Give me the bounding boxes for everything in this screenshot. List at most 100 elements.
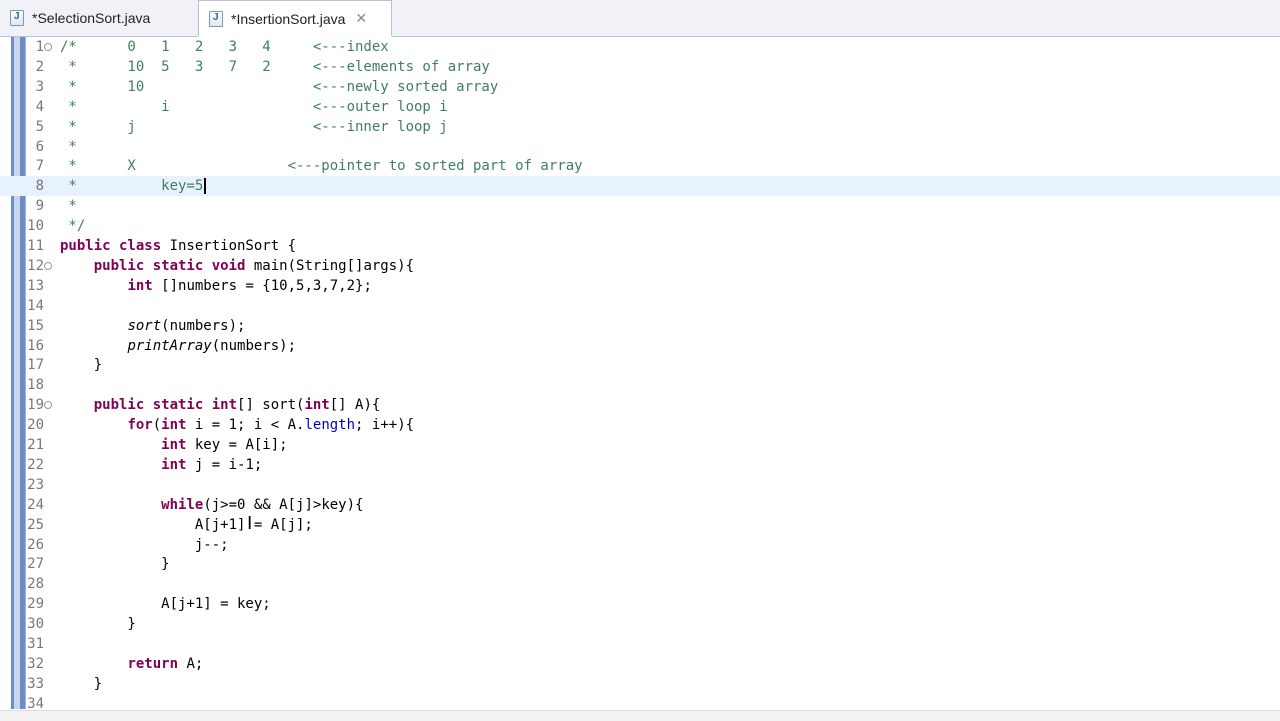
code-line[interactable]: 9 * bbox=[0, 196, 1280, 216]
tab-selection-sort[interactable]: *SelectionSort.java bbox=[0, 0, 198, 36]
code-line[interactable]: 1 /* 0 1 2 3 4 <---index bbox=[0, 37, 1280, 57]
horizontal-scrollbar[interactable] bbox=[0, 710, 1280, 721]
line-number: 7 bbox=[35, 158, 44, 175]
code-token: * j <---inner loop j bbox=[60, 118, 448, 135]
code-line[interactable]: 8 * key=5 bbox=[0, 176, 1280, 197]
code-token: int bbox=[127, 277, 162, 294]
close-icon[interactable]: ✕ bbox=[355, 11, 367, 27]
code-token: int bbox=[161, 417, 195, 434]
text-cursor-icon: I bbox=[247, 513, 253, 534]
code-line[interactable]: 28 bbox=[0, 574, 1280, 594]
fold-collapse-icon[interactable] bbox=[44, 261, 52, 270]
line-number: 21 bbox=[27, 437, 44, 453]
code-line[interactable]: 21 int key = A[i]; bbox=[0, 435, 1280, 455]
code-token: i = 1; i < A. bbox=[194, 417, 305, 434]
code-line[interactable]: 30 } bbox=[0, 614, 1280, 634]
line-number: 33 bbox=[27, 675, 44, 692]
code-token: int bbox=[161, 456, 195, 473]
code-text: A[j+1] = key; bbox=[60, 594, 271, 614]
code-text: * j <---inner loop j bbox=[60, 117, 448, 137]
code-token: public class bbox=[60, 238, 170, 254]
editor-tab-bar: *SelectionSort.java *InsertionSort.java … bbox=[0, 0, 1280, 37]
code-line[interactable]: 15 sort(numbers); bbox=[0, 316, 1280, 336]
code-token: (numbers); bbox=[211, 337, 297, 354]
code-line[interactable]: 16 printArray(numbers); bbox=[0, 336, 1280, 356]
code-line[interactable]: 33 } bbox=[0, 674, 1280, 694]
code-line[interactable]: 5 * j <---inner loop j bbox=[0, 117, 1280, 137]
code-line[interactable]: 24 while(j>=0 && A[j]>key){ bbox=[0, 495, 1280, 515]
code-token: []numbers = {10,5,3,7,2}; bbox=[161, 277, 372, 294]
line-number: 24 bbox=[27, 496, 44, 513]
code-line[interactable]: 32 return A; bbox=[0, 654, 1280, 674]
code-line[interactable]: 4 * i <---outer loop i bbox=[0, 97, 1280, 117]
line-number: 9 bbox=[35, 198, 44, 215]
code-text: * 10 <---newly sorted array bbox=[60, 77, 498, 97]
code-token: sort bbox=[127, 317, 162, 334]
code-text: while(j>=0 && A[j]>key){ bbox=[60, 495, 363, 515]
code-token: * X <---pointer to sorted part of array bbox=[60, 158, 583, 175]
code-text: } bbox=[60, 554, 170, 574]
code-line[interactable]: 27 } bbox=[0, 554, 1280, 574]
code-token: (j>=0 && A[j]>key){ bbox=[203, 496, 364, 513]
code-line[interactable]: 10 */ bbox=[0, 216, 1280, 236]
code-token: A[j+1] = A[j]; bbox=[60, 516, 313, 533]
code-token: (numbers); bbox=[161, 317, 246, 334]
code-line[interactable]: 18 bbox=[0, 375, 1280, 395]
code-token: public static int bbox=[93, 397, 238, 414]
code-token: printArray bbox=[127, 337, 212, 354]
tab-insertion-sort[interactable]: *InsertionSort.java ✕ bbox=[198, 0, 392, 37]
code-editor[interactable]: 1 /* 0 1 2 3 4 <---index 2 * 10 5 3 7 2 <-… bbox=[0, 37, 1280, 721]
text-caret bbox=[204, 178, 207, 195]
code-line[interactable]: 23 bbox=[0, 475, 1280, 495]
line-number: 11 bbox=[27, 238, 44, 254]
code-token: * 10 <---newly sorted array bbox=[60, 78, 499, 95]
code-text: public class InsertionSort { bbox=[60, 236, 296, 256]
code-line[interactable]: 26 j--; bbox=[0, 535, 1280, 555]
code-token: j--; bbox=[60, 536, 229, 553]
line-number: 4 bbox=[35, 98, 44, 115]
code-token: int bbox=[161, 437, 195, 453]
code-line[interactable]: 3 * 10 <---newly sorted array bbox=[0, 77, 1280, 97]
code-token: public static void bbox=[93, 257, 254, 274]
code-line[interactable]: 29 A[j+1] = key; bbox=[0, 594, 1280, 614]
code-line[interactable]: 14 bbox=[0, 296, 1280, 316]
code-line[interactable]: 7 * X <---pointer to sorted part of arra… bbox=[0, 156, 1280, 176]
code-token: [] sort( bbox=[237, 397, 305, 414]
line-number: 20 bbox=[27, 417, 44, 434]
line-number: 5 bbox=[35, 118, 44, 135]
code-token: * 10 5 3 7 2 <---elements of array bbox=[60, 58, 490, 75]
code-text: public static int[] sort(int[] A){ bbox=[60, 395, 381, 415]
line-number: 25 bbox=[27, 516, 44, 533]
fold-collapse-icon[interactable] bbox=[44, 43, 52, 51]
code-line[interactable]: 12 public static void main(String[]args)… bbox=[0, 256, 1280, 276]
code-text: * bbox=[60, 137, 76, 157]
code-token: } bbox=[60, 556, 170, 573]
line-number: 26 bbox=[27, 536, 44, 553]
code-line[interactable]: 25 A[j+1] = A[j]; bbox=[0, 515, 1280, 535]
code-line[interactable]: 19 public static int[] sort(int[] A){ bbox=[0, 395, 1280, 415]
java-file-icon bbox=[10, 10, 24, 26]
line-number: 30 bbox=[27, 616, 44, 633]
line-number: 10 bbox=[27, 218, 44, 235]
code-text: for(int i = 1; i < A.length; i++){ bbox=[60, 415, 414, 435]
code-token: ( bbox=[152, 417, 162, 434]
code-text: } bbox=[60, 355, 102, 375]
code-token: while bbox=[161, 496, 204, 513]
code-line[interactable]: 11 public class InsertionSort { bbox=[0, 236, 1280, 256]
line-number: 16 bbox=[27, 337, 44, 354]
code-text: */ bbox=[60, 216, 85, 236]
code-line[interactable]: 6 * bbox=[0, 137, 1280, 157]
code-line[interactable]: 17 } bbox=[0, 355, 1280, 375]
line-number: 12 bbox=[27, 257, 44, 274]
code-line[interactable]: 22 int j = i-1; bbox=[0, 455, 1280, 475]
code-line[interactable]: 31 bbox=[0, 634, 1280, 654]
code-line[interactable]: 13 int []numbers = {10,5,3,7,2}; bbox=[0, 276, 1280, 296]
code-line[interactable]: 20 for(int i = 1; i < A.length; i++){ bbox=[0, 415, 1280, 435]
fold-collapse-icon[interactable] bbox=[44, 401, 52, 410]
code-line[interactable]: 2 * 10 5 3 7 2 <---elements of array bbox=[0, 57, 1280, 77]
line-number: 19 bbox=[27, 397, 44, 414]
